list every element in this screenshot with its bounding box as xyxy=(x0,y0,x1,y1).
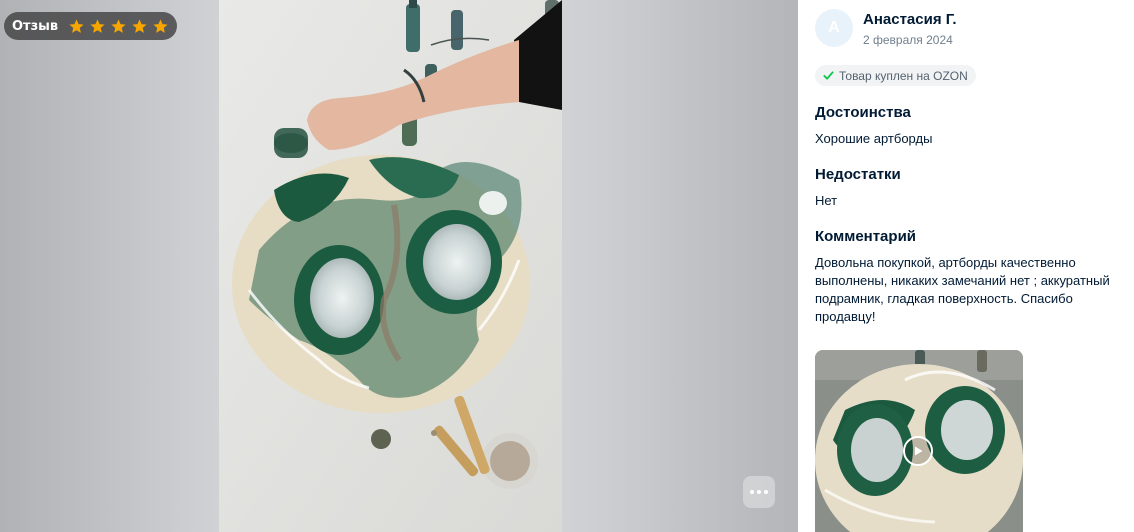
cons-title: Недостатки xyxy=(815,166,901,183)
comment-title: Комментарий xyxy=(815,228,917,245)
star-icon xyxy=(69,18,84,33)
comment-text: Довольна покупкой, артборды качественно … xyxy=(815,255,1110,324)
viewer-backdrop-left xyxy=(0,0,219,532)
star-icon xyxy=(153,18,168,33)
video-thumbnail[interactable] xyxy=(815,350,1023,532)
media-viewer: Отзыв xyxy=(0,0,798,532)
verified-purchase-text: Товар куплен на OZON xyxy=(839,68,968,83)
viewer-backdrop-right xyxy=(562,0,798,532)
check-icon xyxy=(823,71,834,80)
review-date: 2 февраля 2024 xyxy=(863,33,953,47)
review-rating-badge: Отзыв xyxy=(4,12,178,40)
play-icon xyxy=(903,436,933,466)
star-icon xyxy=(111,18,126,33)
more-horizontal-icon xyxy=(764,490,768,494)
more-options-button[interactable] xyxy=(743,476,775,508)
more-horizontal-icon xyxy=(757,490,761,494)
review-author[interactable]: Анастасия Г. xyxy=(863,11,957,28)
more-horizontal-icon xyxy=(750,490,754,494)
review-badge-label: Отзыв xyxy=(12,18,59,34)
star-icon xyxy=(132,18,147,33)
avatar: А xyxy=(815,9,853,47)
star-icon xyxy=(90,18,105,33)
pros-text: Хорошие артборды xyxy=(815,131,933,146)
review-photo[interactable] xyxy=(219,0,562,532)
pros-title: Достоинства xyxy=(815,104,911,121)
verified-purchase-badge: Товар куплен на OZON xyxy=(815,65,976,86)
review-panel: А Анастасия Г. 2 февраля 2024 Товар купл… xyxy=(798,0,1134,532)
cons-text: Нет xyxy=(815,193,838,208)
